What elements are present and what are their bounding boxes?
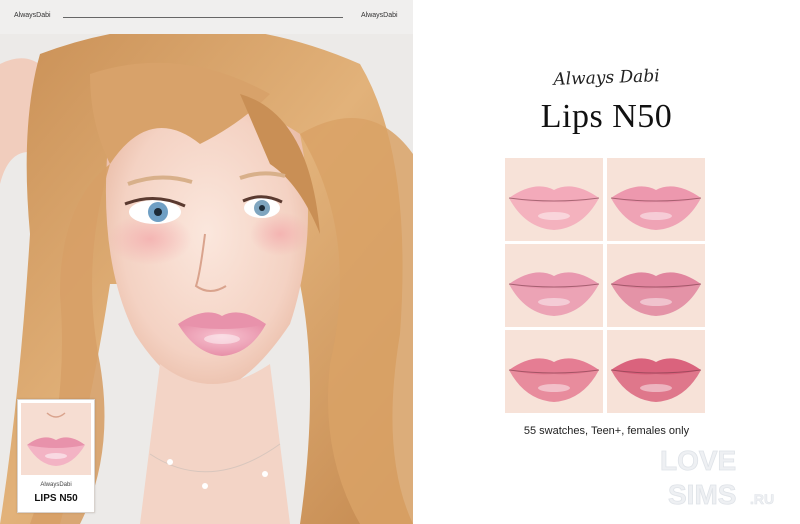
- product-title: Lips N50: [540, 98, 673, 135]
- inset-card: AlwaysDabi LIPS N50: [17, 399, 95, 513]
- product-caption: 55 swatches, Teen+, females only: [523, 425, 690, 437]
- lip-swatch: [607, 158, 705, 241]
- left-panel: AlwaysDabi AlwaysDabi AlwaysDabi LIPS N5…: [0, 0, 413, 524]
- creator-script-title: Always Dabi: [553, 66, 660, 90]
- watermark-suffix: .RU: [750, 491, 774, 507]
- top-bar: AlwaysDabi AlwaysDabi: [0, 0, 413, 34]
- inset-brand-label: AlwaysDabi: [40, 482, 72, 488]
- divider-line: [63, 17, 343, 18]
- lovesims-watermark: LOVE SIMS .RU: [660, 445, 774, 511]
- swatch-grid: [505, 158, 705, 413]
- brand-label-left: AlwaysDabi: [14, 12, 51, 19]
- inset-title: LIPS N50: [34, 493, 78, 504]
- watermark-line1: LOVE: [660, 445, 736, 476]
- lip-swatch: [607, 330, 705, 413]
- inset-lips-photo: [21, 403, 91, 475]
- watermark-line2: SIMS: [668, 479, 736, 510]
- lip-swatch: [505, 330, 603, 413]
- lip-swatch: [505, 158, 603, 241]
- brand-label-right: AlwaysDabi: [361, 12, 398, 19]
- lip-swatch: [505, 244, 603, 327]
- lip-swatch: [607, 244, 705, 327]
